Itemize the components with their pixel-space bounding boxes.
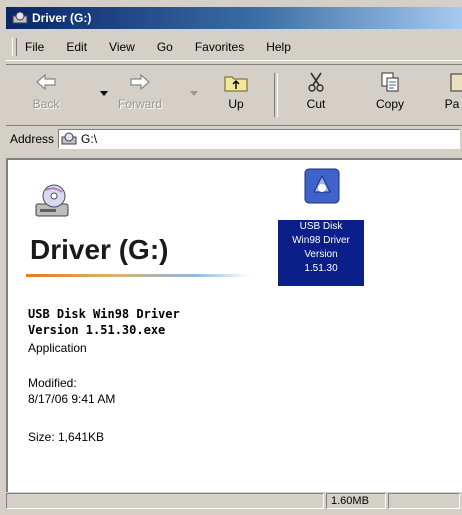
web-view-info-pane: Driver (G:) USB Disk Win98 Driver Versio…: [8, 160, 258, 492]
modified-label: Modified:: [28, 376, 77, 390]
selected-file-name: USB Disk Win98 Driver Version 1.51.30.ex…: [28, 306, 180, 338]
modified-value: 8/17/06 9:41 AM: [28, 392, 116, 406]
cut-button[interactable]: Cut: [292, 71, 340, 121]
window-title: Driver (G:): [32, 11, 92, 25]
menu-view[interactable]: View: [109, 40, 135, 54]
file-size: Size: 1,641KB: [28, 430, 105, 444]
menu-bar: File Edit View Go Favorites Help: [6, 34, 462, 61]
back-dropdown-icon[interactable]: [100, 91, 108, 97]
menu-file[interactable]: File: [25, 40, 44, 54]
menu-grip[interactable]: [12, 38, 17, 56]
status-size: 1.60MB: [326, 493, 386, 509]
back-arrow-icon: [36, 73, 56, 91]
menu-favorites[interactable]: Favorites: [195, 40, 244, 54]
file-label: USB Disk Win98 Driver Version 1.51.30: [277, 219, 365, 287]
drive-icon: [61, 132, 77, 145]
explorer-window: Driver (G:) File Edit View Go Favorites …: [0, 0, 462, 515]
file-label-line1: USB Disk: [299, 221, 343, 232]
menu-edit[interactable]: Edit: [66, 40, 87, 54]
folder-up-icon: [224, 76, 248, 92]
address-bar: Address G:\: [6, 128, 462, 150]
selected-file-type: Application: [28, 341, 87, 355]
back-label: Back: [32, 97, 60, 111]
copy-icon: [381, 72, 399, 92]
paste-icon: [450, 73, 462, 92]
title-underline: [26, 274, 250, 277]
file-label-line3: Version: [304, 249, 338, 260]
back-button[interactable]: Back: [22, 71, 70, 121]
forward-dropdown-icon[interactable]: [190, 91, 198, 97]
toolbar: Back Forward Up Cut Copy Pa: [6, 64, 462, 126]
toolbar-separator: [274, 73, 278, 117]
menu-help[interactable]: Help: [266, 40, 291, 54]
paste-button[interactable]: Pa: [436, 71, 462, 121]
title-bar[interactable]: Driver (G:): [6, 7, 462, 29]
up-label: Up: [228, 97, 244, 111]
address-label: Address: [10, 132, 55, 146]
scissors-icon: [308, 72, 324, 92]
copy-button[interactable]: Copy: [366, 71, 414, 121]
cut-label: Cut: [306, 97, 326, 111]
folder-view[interactable]: Driver (G:) USB Disk Win98 Driver Versio…: [6, 158, 462, 492]
copy-label: Copy: [375, 97, 404, 111]
paste-label: Pa: [444, 97, 460, 111]
address-value: G:\: [81, 132, 98, 146]
menu-go[interactable]: Go: [157, 40, 173, 54]
installer-icon: [304, 168, 340, 204]
forward-button[interactable]: Forward: [116, 71, 164, 121]
file-label-line4: 1.51.30: [304, 263, 338, 274]
cd-drive-icon: [35, 184, 69, 217]
forward-arrow-icon: [130, 73, 150, 91]
selected-file-name-line2: Version 1.51.30.exe: [28, 323, 166, 337]
selected-file-name-line1: USB Disk Win98 Driver: [28, 307, 180, 321]
up-button[interactable]: Up: [212, 71, 260, 121]
file-label-line2: Win98 Driver: [292, 235, 350, 246]
status-zone: [388, 493, 460, 509]
status-bar: 1.60MB: [6, 490, 462, 512]
address-field[interactable]: G:\: [58, 129, 461, 149]
forward-label: Forward: [117, 97, 162, 111]
status-text: [6, 493, 324, 509]
drive-title: Driver (G:): [30, 234, 169, 265]
drive-icon: [12, 11, 28, 24]
